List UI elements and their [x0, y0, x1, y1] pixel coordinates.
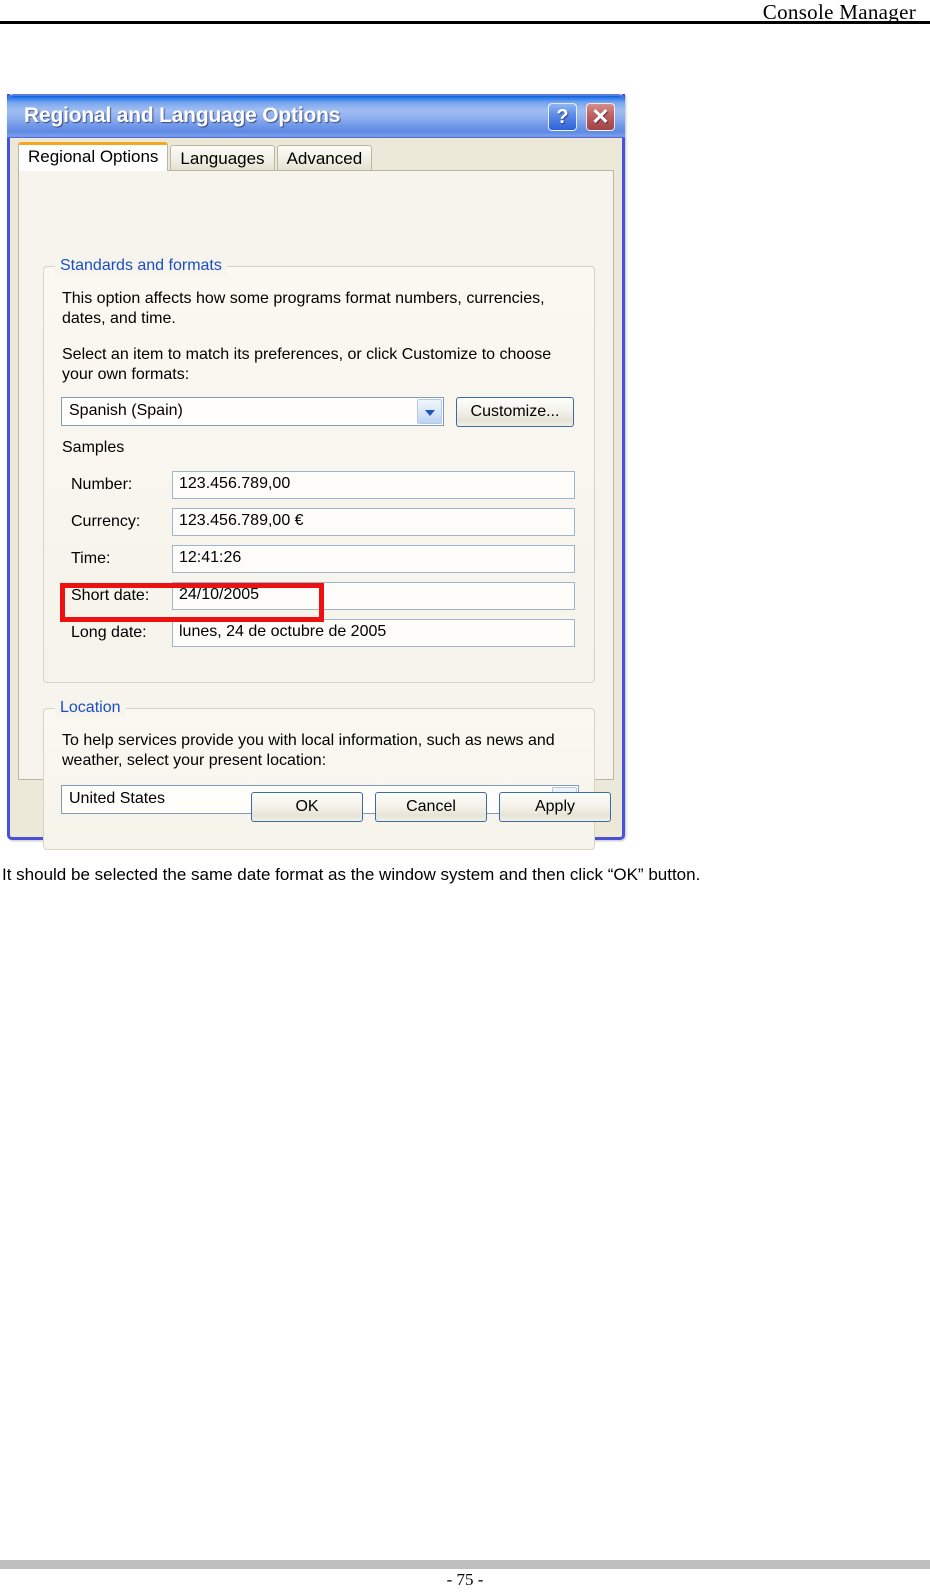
apply-button[interactable]: Apply [499, 792, 611, 822]
standards-description-1: This option affects how some programs fo… [62, 290, 545, 327]
locale-combobox-value: Spanish (Spain) [69, 402, 183, 419]
sample-value-short-date: 24/10/2005 [179, 586, 260, 603]
close-icon[interactable]: ✕ [586, 103, 615, 131]
figure-caption: It should be selected the same date form… [2, 865, 701, 884]
samples-title: Samples [62, 439, 125, 456]
tab-strip: Regional Options Languages Advanced [18, 142, 373, 171]
sample-label-time: Time: [71, 550, 111, 567]
standards-and-formats-group: Standards and formats This option affect… [43, 257, 595, 683]
sample-value-currency: 123.456.789,00 € [179, 512, 304, 529]
location-group: Location To help services provide you wi… [43, 699, 595, 850]
regional-and-language-options-dialog: Regional and Language Options ? ✕ Region… [7, 94, 625, 850]
cancel-button[interactable]: Cancel [375, 792, 487, 822]
sample-field-short-date: 24/10/2005 [172, 582, 575, 610]
sample-field-number: 123.456.789,00 [172, 471, 575, 499]
ok-button[interactable]: OK [251, 792, 363, 822]
location-group-title: Location [55, 699, 126, 717]
customize-button[interactable]: Customize... [456, 397, 574, 427]
sample-field-currency: 123.456.789,00 € [172, 508, 575, 536]
sample-label-currency: Currency: [71, 513, 141, 530]
sample-field-time: 12:41:26 [172, 545, 575, 573]
tab-languages[interactable]: Languages [170, 145, 275, 171]
sample-label-long-date: Long date: [71, 624, 147, 641]
help-icon[interactable]: ? [548, 103, 577, 131]
dialog-title: Regional and Language Options [24, 104, 341, 127]
location-description: To help services provide you with local … [62, 732, 555, 769]
sample-field-long-date: lunes, 24 de octubre de 2005 [172, 619, 575, 647]
standards-description-2: Select an item to match its preferences,… [62, 346, 552, 383]
chevron-down-icon[interactable] [417, 399, 442, 424]
regional-options-tab-panel: Standards and formats This option affect… [18, 170, 614, 850]
page-number: - 75 - [446, 1570, 484, 1589]
locale-combobox[interactable]: Spanish (Spain) [61, 397, 444, 426]
location-combobox-value: United States [69, 790, 166, 807]
standards-group-title: Standards and formats [55, 257, 227, 275]
sample-value-long-date: lunes, 24 de octubre de 2005 [179, 623, 387, 640]
tab-regional-options[interactable]: Regional Options [18, 142, 169, 171]
sample-label-number: Number: [71, 476, 133, 493]
tab-advanced[interactable]: Advanced [276, 145, 373, 171]
sample-value-time: 12:41:26 [179, 549, 242, 566]
footer-divider [0, 1560, 930, 1569]
sample-value-number: 123.456.789,00 [179, 475, 291, 492]
sample-label-short-date: Short date: [71, 587, 150, 604]
dialog-title-bar: Regional and Language Options ? ✕ [7, 94, 625, 138]
page-header: Console Manager [0, 0, 930, 24]
header-divider [0, 21, 930, 24]
